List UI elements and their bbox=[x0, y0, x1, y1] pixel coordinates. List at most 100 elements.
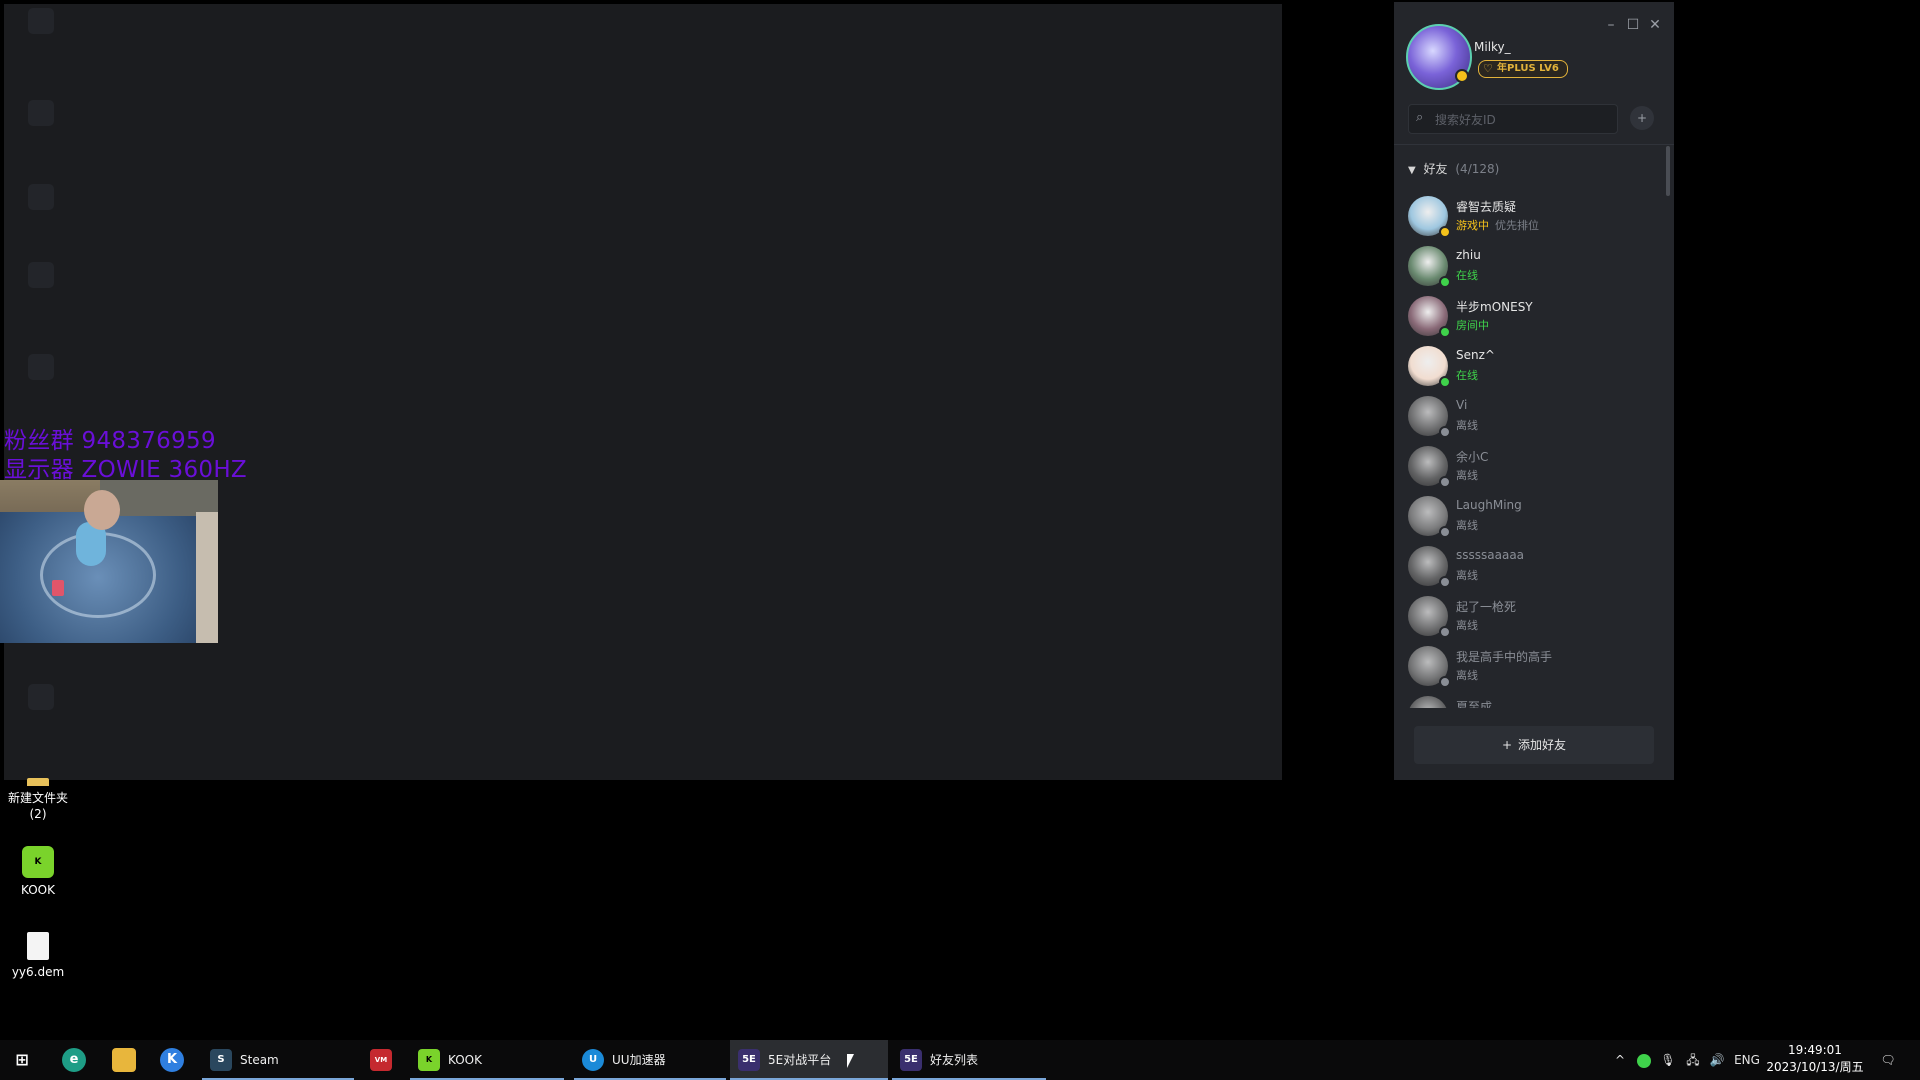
add-friend-label: 添加好友 bbox=[1518, 738, 1567, 752]
friend-name: Senz^ bbox=[1456, 348, 1495, 362]
friend-status-dot bbox=[1439, 476, 1451, 488]
friend-name: Vi bbox=[1456, 398, 1468, 412]
desktop-icon-demo-file[interactable]: yy6.dem bbox=[4, 932, 72, 980]
windows-start-icon[interactable]: ⊞ bbox=[10, 1048, 34, 1072]
friend-list-item[interactable]: 睿智去质疑 游戏中 优先排位 bbox=[1394, 190, 1664, 240]
friend-list-item[interactable]: 半步mONESY 房间中 bbox=[1394, 290, 1664, 340]
close-icon[interactable]: ✕ bbox=[1646, 16, 1664, 34]
file-icon bbox=[27, 932, 49, 960]
taskbar-app-uu[interactable]: U UU加速器 bbox=[574, 1040, 726, 1080]
main-app-window[interactable] bbox=[4, 4, 1282, 780]
friend-status: 离线 bbox=[1456, 517, 1484, 533]
microphone-icon[interactable]: 🎙 bbox=[1658, 1040, 1678, 1080]
volume-icon[interactable]: 🔊 bbox=[1706, 1040, 1728, 1080]
friend-status-dot bbox=[1439, 676, 1451, 688]
friend-list-item[interactable]: sssssaaaaa 离线 bbox=[1394, 540, 1664, 590]
friend-avatar[interactable] bbox=[1408, 696, 1448, 708]
webcam-feed bbox=[0, 480, 218, 643]
friend-status-text: 在线 bbox=[1456, 369, 1478, 382]
friend-search-box[interactable]: ⌕ bbox=[1408, 104, 1618, 134]
friend-status-dot bbox=[1439, 526, 1451, 538]
kook-tray-icon[interactable] bbox=[1634, 1040, 1654, 1080]
friend-search-input[interactable] bbox=[1433, 109, 1613, 131]
friend-list-item[interactable]: zhiu 在线 bbox=[1394, 240, 1664, 290]
add-friend-button[interactable]: + 添加好友 bbox=[1414, 726, 1654, 764]
5e-icon: 5E bbox=[738, 1049, 760, 1071]
friend-list-item[interactable]: 起了一枪死 离线 bbox=[1394, 590, 1664, 640]
chevron-down-icon: ▼ bbox=[1408, 165, 1416, 176]
faded-desktop-icon bbox=[28, 262, 54, 288]
k-app-icon[interactable]: K bbox=[160, 1048, 184, 1072]
friend-list-item[interactable]: 余小C 离线 bbox=[1394, 440, 1664, 490]
desktop-icon-new-folder[interactable]: 新建文件夹 (2) bbox=[4, 778, 72, 822]
faded-desktop-icon bbox=[28, 100, 54, 126]
scrollbar[interactable] bbox=[1666, 146, 1670, 196]
faded-desktop-icon bbox=[28, 684, 54, 710]
clock-time: 19:49:01 bbox=[1788, 1043, 1842, 1057]
system-clock[interactable]: 19:49:01 2023/10/13/周五 bbox=[1758, 1042, 1872, 1076]
friend-status-text: 离线 bbox=[1456, 419, 1478, 432]
friend-status: 在线 bbox=[1456, 367, 1484, 383]
show-hidden-icons-chevron-up-icon[interactable]: ^ bbox=[1612, 1040, 1628, 1080]
friend-status-text: 离线 bbox=[1456, 569, 1478, 582]
friend-list-item[interactable]: Vi 离线 bbox=[1394, 390, 1664, 440]
friend-status-text: 离线 bbox=[1456, 469, 1478, 482]
friend-status-text: 离线 bbox=[1456, 519, 1478, 532]
desktop-icon-label: KOOK bbox=[21, 883, 55, 897]
friend-status-dot bbox=[1439, 626, 1451, 638]
friend-name: 余小C bbox=[1456, 450, 1489, 464]
plus-level-label: 年PLUS LV6 bbox=[1497, 63, 1559, 74]
desktop-icon-label: 新建文件夹 (2) bbox=[7, 791, 68, 821]
file-explorer-icon[interactable] bbox=[112, 1048, 136, 1072]
friend-status-text: 在线 bbox=[1456, 269, 1478, 282]
plus-level-badge: ♡ 年PLUS LV6 bbox=[1478, 60, 1568, 78]
friend-list-item[interactable]: Senz^ 在线 bbox=[1394, 340, 1664, 390]
friend-name: sssssaaaaa bbox=[1456, 548, 1525, 562]
overlay-monitor-text: 显示器 ZOWIE 360HZ bbox=[4, 457, 247, 483]
friend-status-text: 离线 bbox=[1456, 669, 1478, 682]
folder-icon bbox=[27, 778, 49, 786]
desktop-icon-kook[interactable]: K KOOK bbox=[4, 846, 72, 898]
friend-group-label: 好友 bbox=[1423, 162, 1448, 176]
friend-status-dot bbox=[1439, 376, 1451, 388]
uu-icon: U bbox=[582, 1049, 604, 1071]
friend-status: 离线 bbox=[1456, 667, 1484, 683]
friend-status-text: 游戏中 bbox=[1456, 219, 1489, 232]
desktop-icon-label: yy6.dem bbox=[11, 965, 65, 979]
5e-icon: 5E bbox=[900, 1049, 922, 1071]
notification-center-icon[interactable]: 🗨 bbox=[1876, 1040, 1900, 1080]
maximize-icon[interactable]: ☐ bbox=[1624, 16, 1642, 34]
divider bbox=[1394, 144, 1674, 145]
taskbar-app-kook[interactable]: K KOOK bbox=[410, 1040, 564, 1080]
friend-list-item[interactable]: 我是高手中的高手 离线 bbox=[1394, 640, 1664, 690]
status-dot bbox=[1455, 69, 1469, 83]
taskbar-app-label: 5E对战平台 bbox=[768, 1053, 832, 1067]
taskbar-app-friend-list[interactable]: 5E 好友列表 bbox=[892, 1040, 1046, 1080]
add-friend-icon[interactable]: + bbox=[1630, 106, 1654, 130]
taskbar: ⊞ e K S Steam VM K KOOK U UU加速器 5E 5E对战平… bbox=[0, 1040, 1920, 1080]
friend-name: 我是高手中的高手 bbox=[1456, 650, 1553, 664]
network-icon[interactable]: 🖧 bbox=[1682, 1040, 1704, 1080]
friend-status: 游戏中 优先排位 bbox=[1456, 217, 1539, 233]
taskbar-app-voicemeeter[interactable]: VM bbox=[362, 1040, 404, 1080]
kook-icon: K bbox=[22, 846, 54, 878]
taskbar-app-steam[interactable]: S Steam bbox=[202, 1040, 354, 1080]
desk-edge bbox=[196, 512, 218, 643]
friend-name: 半步mONESY bbox=[1456, 300, 1533, 314]
friend-list-window[interactable]: – ☐ ✕ Milky_ ♡ 年PLUS LV6 ⌕ + ▼ 好友 (4/128… bbox=[1394, 2, 1674, 780]
minimize-icon[interactable]: – bbox=[1602, 16, 1620, 34]
steam-icon: S bbox=[210, 1049, 232, 1071]
friend-list-item[interactable]: 夏至成 bbox=[1394, 690, 1664, 708]
friend-name: 夏至成 bbox=[1456, 700, 1493, 708]
friend-group-header[interactable]: ▼ 好友 (4/128) bbox=[1408, 160, 1499, 177]
friend-status-dot bbox=[1439, 276, 1451, 288]
faded-desktop-icon bbox=[28, 8, 54, 34]
friend-status: 房间中 bbox=[1456, 317, 1495, 333]
friend-status-dot bbox=[1439, 426, 1451, 438]
taskbar-app-label: UU加速器 bbox=[612, 1053, 666, 1067]
friend-list-item[interactable]: LaughMing 离线 bbox=[1394, 490, 1664, 540]
friend-status-dot bbox=[1439, 326, 1451, 338]
friend-name: LaughMing bbox=[1456, 498, 1522, 512]
edge-browser-icon[interactable]: e bbox=[62, 1048, 86, 1072]
taskbar-app-5e-platform[interactable]: 5E 5E对战平台 bbox=[730, 1040, 888, 1080]
